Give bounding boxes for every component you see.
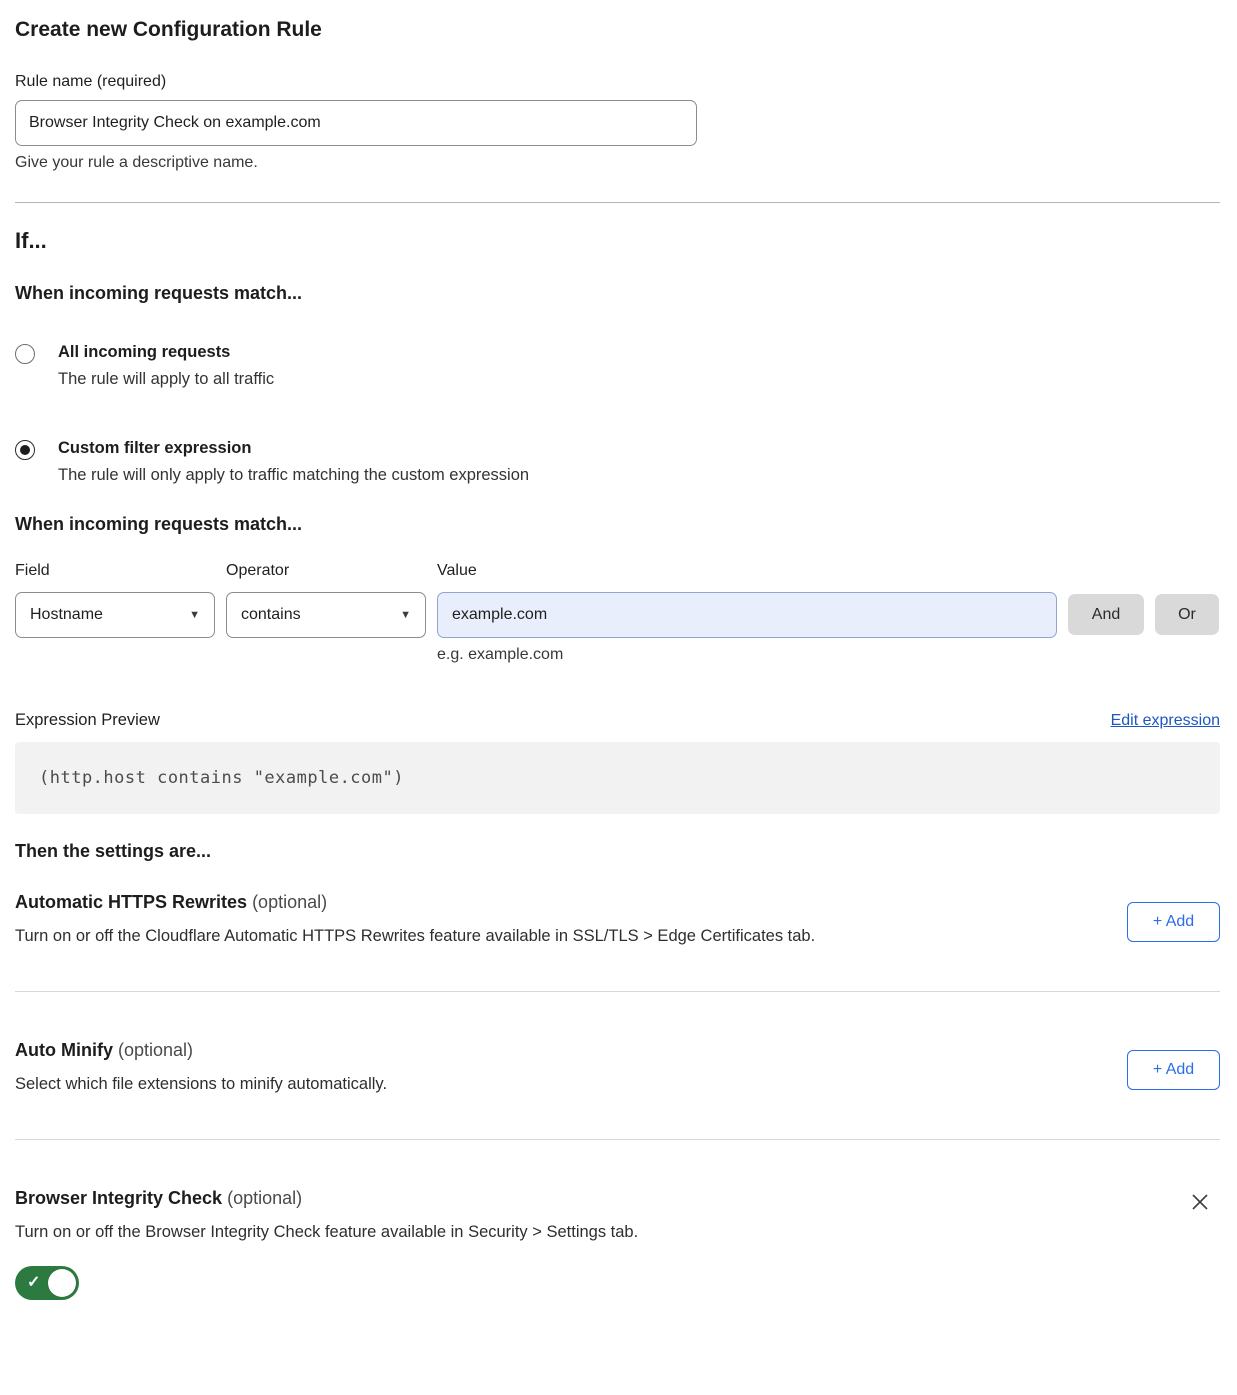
operator-select-value: contains — [241, 606, 301, 624]
or-button[interactable]: Or — [1155, 594, 1219, 635]
section-divider — [15, 1139, 1220, 1140]
setting-title: Automatic HTTPS Rewrites (optional) — [15, 892, 815, 913]
radio-option-description: The rule will only apply to traffic matc… — [58, 466, 529, 485]
edit-expression-link[interactable]: Edit expression — [1111, 712, 1220, 730]
setting-auto-minify: Auto Minify (optional) Select which file… — [15, 1040, 1220, 1094]
section-divider — [15, 202, 1220, 203]
radio-option-custom-filter[interactable]: Custom filter expression The rule will o… — [15, 439, 1220, 485]
setting-description: Turn on or off the Browser Integrity Che… — [15, 1223, 638, 1242]
then-heading: Then the settings are... — [15, 841, 1220, 862]
setting-description: Select which file extensions to minify a… — [15, 1075, 387, 1094]
create-configuration-rule-form: Create new Configuration Rule Rule name … — [0, 18, 1237, 1322]
and-button[interactable]: And — [1068, 594, 1144, 635]
toggle-knob — [48, 1269, 76, 1297]
value-input[interactable] — [437, 592, 1057, 638]
rule-name-label: Rule name (required) — [15, 73, 1220, 91]
remove-setting-button[interactable] — [1188, 1190, 1212, 1214]
operator-select[interactable]: contains ▼ — [226, 592, 426, 638]
setting-description: Turn on or off the Cloudflare Automatic … — [15, 927, 815, 946]
browser-integrity-check-toggle[interactable]: ✓ — [15, 1266, 79, 1300]
close-icon — [1188, 1190, 1212, 1214]
setting-automatic-https-rewrites: Automatic HTTPS Rewrites (optional) Turn… — [15, 892, 1220, 946]
match-subheading: When incoming requests match... — [15, 283, 1220, 304]
setting-title: Auto Minify (optional) — [15, 1040, 387, 1061]
checkmark-icon: ✓ — [27, 1275, 40, 1291]
field-select-value: Hostname — [30, 606, 103, 624]
radio-option-all-incoming[interactable]: All incoming requests The rule will appl… — [15, 343, 1220, 389]
radio-option-label: All incoming requests — [58, 343, 274, 362]
add-auto-minify-button[interactable]: + Add — [1127, 1050, 1220, 1090]
chevron-down-icon: ▼ — [189, 609, 200, 621]
radio-option-label: Custom filter expression — [58, 439, 529, 458]
rule-name-help: Give your rule a descriptive name. — [15, 154, 1220, 172]
rule-name-input[interactable] — [15, 100, 697, 146]
radio-option-description: The rule will apply to all traffic — [58, 370, 274, 389]
operator-label: Operator — [226, 562, 426, 580]
setting-browser-integrity-check: Browser Integrity Check (optional) Turn … — [15, 1188, 1220, 1305]
add-automatic-https-rewrites-button[interactable]: + Add — [1127, 902, 1220, 942]
page-title: Create new Configuration Rule — [15, 18, 1220, 42]
setting-title: Browser Integrity Check (optional) — [15, 1188, 638, 1209]
expression-code: (http.host contains "example.com") — [15, 742, 1220, 814]
filter-subheading: When incoming requests match... — [15, 514, 1220, 535]
radio-button-unselected[interactable] — [15, 344, 35, 364]
if-heading: If... — [15, 228, 1220, 254]
optional-tag: (optional) — [118, 1040, 193, 1060]
optional-tag: (optional) — [252, 892, 327, 912]
chevron-down-icon: ▼ — [400, 609, 411, 621]
value-help: e.g. example.com — [437, 646, 1220, 664]
condition-row: Field Operator Value Hostname ▼ contains… — [15, 562, 1220, 638]
optional-tag: (optional) — [227, 1188, 302, 1208]
expression-preview-label: Expression Preview — [15, 711, 160, 730]
field-label: Field — [15, 562, 215, 580]
section-divider — [15, 991, 1220, 992]
radio-button-selected[interactable] — [15, 440, 35, 460]
value-label: Value — [437, 562, 1057, 580]
field-select[interactable]: Hostname ▼ — [15, 592, 215, 638]
